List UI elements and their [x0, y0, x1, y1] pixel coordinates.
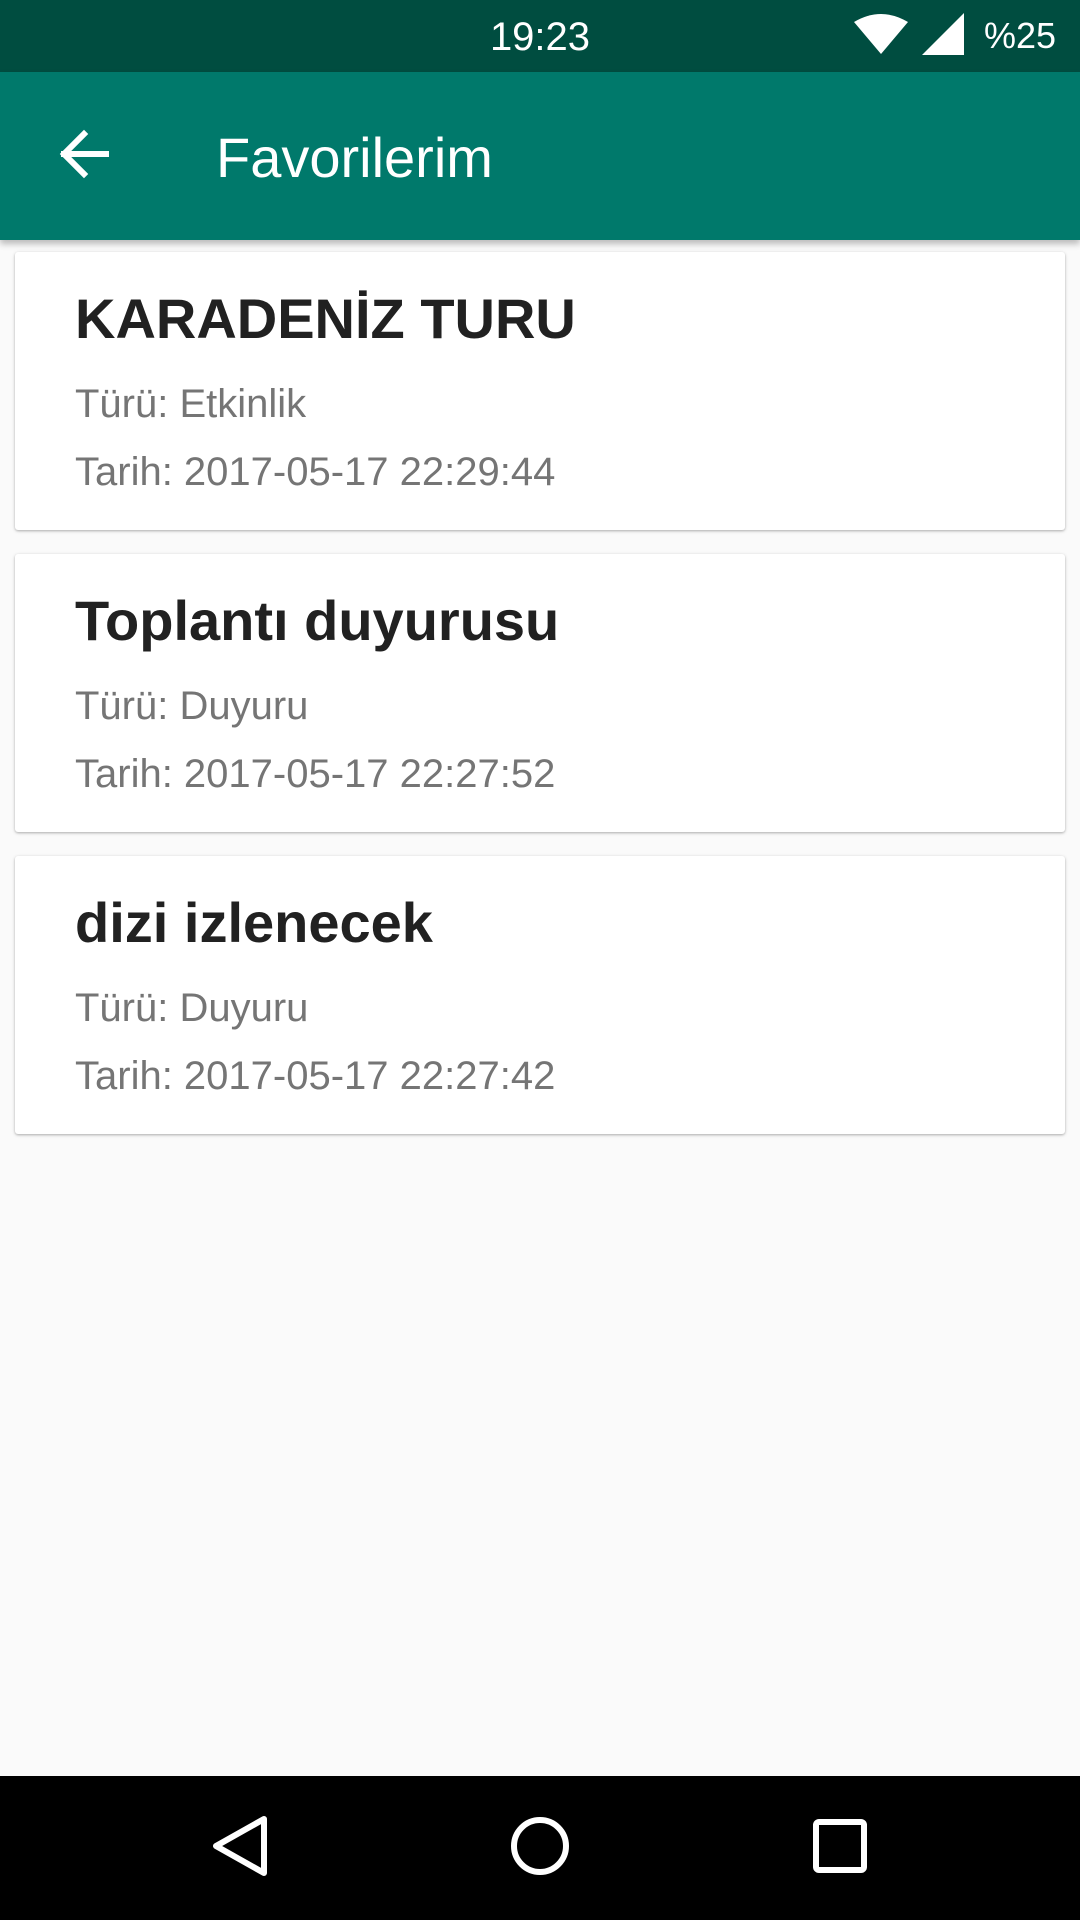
card-date: Tarih: 2017-05-17 22:27:52 [75, 752, 556, 796]
favorites-list: KARADENİZ TURU Türü: Etkinlik Tarih: 201… [15, 252, 1065, 1158]
arrow-back-icon [58, 128, 110, 185]
page-title: Favorilerim [216, 126, 493, 189]
nav-home-button[interactable] [492, 1800, 588, 1896]
card-type: Türü: Duyuru [75, 986, 309, 1030]
navigation-bar [0, 1776, 1080, 1920]
nav-home-icon [509, 1815, 571, 1882]
signal-icon [921, 12, 964, 60]
card-date: Tarih: 2017-05-17 22:29:44 [75, 450, 556, 494]
status-icons: %25 [853, 0, 1056, 72]
card-title: Toplantı duyurusu [75, 589, 560, 652]
nav-recents-icon [812, 1818, 868, 1879]
back-button[interactable] [42, 114, 126, 198]
nav-back-button[interactable] [192, 1800, 288, 1896]
favorite-card[interactable]: Toplantı duyurusu Türü: Duyuru Tarih: 20… [15, 554, 1065, 832]
card-type: Türü: Etkinlik [75, 382, 307, 426]
status-bar: 19:23 %25 [0, 0, 1080, 72]
wifi-icon [853, 13, 908, 59]
card-title: KARADENİZ TURU [75, 287, 576, 350]
battery-percentage: %25 [983, 15, 1056, 56]
nav-recents-button[interactable] [792, 1800, 888, 1896]
card-type: Türü: Duyuru [75, 684, 309, 728]
favorite-card[interactable]: KARADENİZ TURU Türü: Etkinlik Tarih: 201… [15, 252, 1065, 530]
favorite-card[interactable]: dizi izlenecek Türü: Duyuru Tarih: 2017-… [15, 856, 1065, 1134]
card-date: Tarih: 2017-05-17 22:27:42 [75, 1054, 556, 1098]
app-bar: Favorilerim [0, 72, 1080, 240]
card-title: dizi izlenecek [75, 891, 433, 954]
nav-back-icon [210, 1815, 270, 1882]
